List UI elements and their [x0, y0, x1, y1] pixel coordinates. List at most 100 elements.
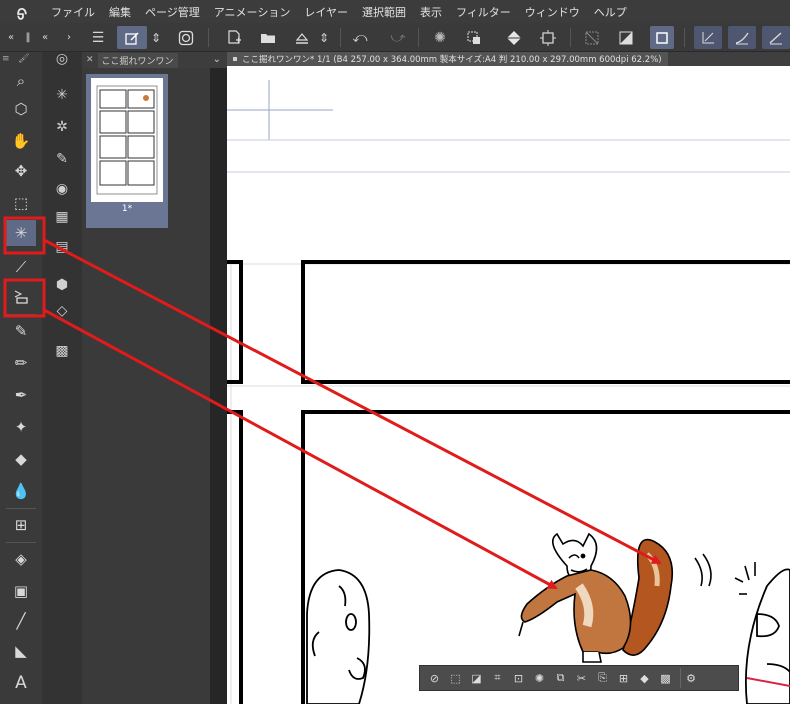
hamburger-menu-icon[interactable]: ☰: [86, 26, 110, 49]
canvas-area[interactable]: ここ掘れワンワン* 1/1 (B4 257.00 x 364.00mm 製本サイ…: [227, 52, 790, 704]
page-thumbnail-image: [91, 78, 163, 202]
brush-icon[interactable]: ✒: [6, 382, 36, 408]
selection-icon[interactable]: ⬚: [6, 190, 36, 216]
updown-small-icon[interactable]: ⇕: [316, 26, 332, 49]
document-tab[interactable]: ここ掘れワンワン* 1/1 (B4 257.00 x 364.00mm 製本サイ…: [227, 52, 790, 66]
balloon-icon[interactable]: ◣: [6, 638, 36, 664]
command-bar: « ‖ « › ☰ ⇕ ⇕ ⤺ ⤻ ✺: [0, 23, 790, 52]
fill-bucket-icon[interactable]: [502, 26, 526, 49]
fill-bucket-tool-icon[interactable]: ◈: [6, 546, 36, 572]
close-icon[interactable]: ✕: [86, 55, 94, 65]
open-folder-icon[interactable]: [256, 26, 280, 49]
undo-icon[interactable]: ⤺: [348, 26, 372, 49]
selection-spinner-icon[interactable]: ✺: [529, 668, 550, 688]
color-set-icon[interactable]: ▦: [48, 204, 76, 230]
page-panel-scrollbar[interactable]: [210, 68, 227, 704]
dog-character: [518, 532, 674, 663]
chevron-down-icon[interactable]: ⌄: [213, 54, 221, 65]
redo-icon[interactable]: ⤻: [386, 26, 410, 49]
menu-page-management[interactable]: ページ管理: [138, 4, 207, 20]
invert-selection-icon[interactable]: ◪: [466, 668, 487, 688]
brush-stroke-icon[interactable]: [728, 26, 756, 49]
material-icon[interactable]: ▤: [48, 234, 76, 260]
menu-filter[interactable]: フィルター: [449, 4, 518, 20]
edit-layer-icon[interactable]: [117, 26, 147, 49]
sparkle-icon[interactable]: ✦: [6, 414, 36, 440]
fill-tool-icon[interactable]: [6, 284, 36, 310]
hand-icon[interactable]: ✋: [6, 128, 36, 154]
menu-view[interactable]: 表示: [413, 4, 449, 20]
copy-selection-icon[interactable]: ⧉: [550, 668, 571, 688]
frame-panel-icon[interactable]: ⊞: [6, 512, 36, 538]
panel-frame-2: [301, 260, 790, 384]
invert-icon[interactable]: [614, 26, 638, 49]
select-all-icon[interactable]: ⬚: [445, 668, 466, 688]
page-manager-panel: ✕ ここ掘れワンワン ⌄ 1*: [82, 52, 227, 704]
panel-frame-1: [227, 260, 243, 384]
transform-selection-icon[interactable]: ⊞: [613, 668, 634, 688]
menu-edit[interactable]: 編集: [102, 4, 138, 20]
layer-property-icon[interactable]: ⬢: [48, 272, 76, 298]
pencil-icon[interactable]: ✏: [6, 350, 36, 376]
grip-icon: ‖: [25, 32, 31, 43]
panel-frame-4: [301, 410, 790, 704]
eyedropper-icon[interactable]: ⟋: [6, 254, 36, 280]
menu-layer[interactable]: レイヤー: [297, 4, 355, 20]
settings-icon[interactable]: ⚙: [680, 668, 701, 688]
clear-selection-icon[interactable]: [580, 26, 604, 49]
character-left: [306, 569, 371, 704]
sub-tool-wand-2-icon[interactable]: ✲: [48, 114, 76, 140]
deselect-icon[interactable]: ⊘: [424, 668, 445, 688]
sub-tool-pen-icon[interactable]: ✎: [48, 146, 76, 172]
spiral-icon[interactable]: [174, 26, 198, 49]
page-panel-header: ✕ ここ掘れワンワン ⌄: [82, 52, 227, 68]
page-panel-tab[interactable]: ここ掘れワンワン: [97, 52, 178, 68]
ruler-pen-icon[interactable]: [694, 26, 722, 49]
app-logo-icon[interactable]: ᢒ: [0, 0, 44, 25]
shrink-selection-icon[interactable]: ⊡: [508, 668, 529, 688]
operation-icon[interactable]: ⬡: [6, 96, 36, 122]
loading-icon[interactable]: ✺: [428, 26, 452, 49]
color-circle-icon[interactable]: ◉: [48, 176, 76, 202]
layers-icon[interactable]: ◇: [48, 298, 76, 324]
modified-dot-icon: [233, 57, 237, 61]
checker-icon[interactable]: ▩: [48, 338, 76, 364]
transform-icon[interactable]: [536, 26, 560, 49]
menu-window[interactable]: ウィンドウ: [518, 4, 587, 20]
menu-selection[interactable]: 選択範囲: [355, 4, 413, 20]
save-icon[interactable]: [290, 26, 314, 49]
menu-help[interactable]: ヘルプ: [587, 4, 634, 20]
blend-icon[interactable]: 💧: [6, 478, 36, 504]
menu-file[interactable]: ファイル: [44, 4, 102, 20]
pen-icon[interactable]: ✎: [6, 318, 36, 344]
text-tool-icon[interactable]: A: [6, 670, 36, 696]
frame-border-icon[interactable]: [650, 26, 674, 49]
eraser-icon[interactable]: ◆: [6, 446, 36, 472]
ruler-icon[interactable]: [762, 26, 790, 49]
panel-frame-3: [227, 410, 243, 704]
mesh-icon[interactable]: ▩: [655, 668, 676, 688]
auto-select-wand-icon[interactable]: ✳: [6, 220, 36, 246]
gradient-icon[interactable]: ▣: [6, 578, 36, 604]
move-layer-icon[interactable]: ✥: [6, 158, 36, 184]
page-list: 1*: [82, 68, 210, 704]
expand-selection-icon[interactable]: ⌗: [487, 668, 508, 688]
up-down-icon[interactable]: ⇕: [148, 26, 164, 49]
paste-icon[interactable]: ⎘: [592, 668, 613, 688]
select-layer-icon[interactable]: [462, 26, 486, 49]
document-title: ここ掘れワンワン* 1/1 (B4 257.00 x 364.00mm 製本サイ…: [242, 55, 662, 65]
navigator-icon[interactable]: ◎: [48, 46, 76, 72]
zoom-icon[interactable]: ⌕: [6, 68, 36, 94]
sub-tool-strip: ◎ ✳ ✲ ✎ ◉ ▦ ▤ ⬢ ◇ ▩: [42, 51, 82, 704]
sub-tool-wand-1-icon[interactable]: ✳: [48, 82, 76, 108]
cut-icon[interactable]: ✂: [571, 668, 592, 688]
dog-motion-lines: [694, 553, 756, 595]
collapse-left-icon[interactable]: «: [2, 26, 20, 49]
menu-animation[interactable]: アニメーション: [207, 4, 298, 20]
manga-page-drawing: [227, 80, 790, 704]
fill-selection-icon[interactable]: ◆: [634, 668, 655, 688]
new-file-icon[interactable]: [222, 26, 246, 49]
selection-launcher-bar: ⊘ ⬚ ◪ ⌗ ⊡ ✺ ⧉ ✂ ⎘ ⊞ ◆ ▩ ⚙: [419, 665, 739, 691]
page-thumbnail-item[interactable]: 1*: [86, 74, 168, 228]
line-icon[interactable]: ╱: [6, 608, 36, 634]
